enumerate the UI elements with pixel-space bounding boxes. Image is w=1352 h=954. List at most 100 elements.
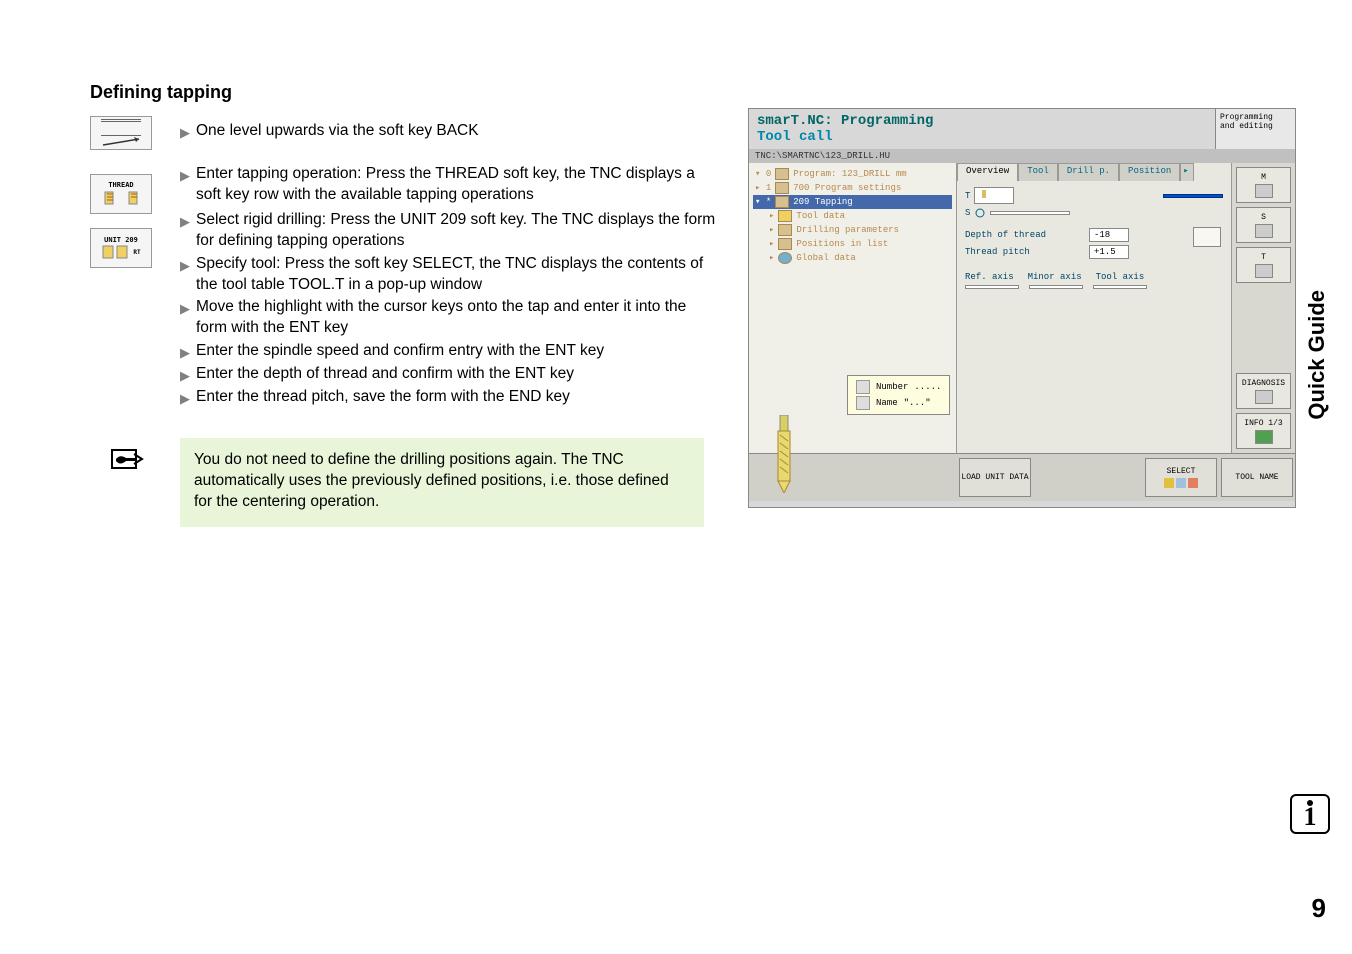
screenshot-header: smarT.NC: Programming Tool call Programm…	[749, 109, 1295, 149]
toolaxis-input[interactable]	[1093, 285, 1147, 289]
softkey-unit209-icon: UNIT 209 RT	[90, 228, 152, 268]
tree-marker: ▸	[769, 211, 774, 221]
tooltip-popup: Number ..... Name "..."	[847, 375, 950, 415]
spindle-icon	[974, 207, 986, 219]
form-row-axes: Ref. axis Minor axis Tool axis	[965, 272, 1223, 282]
form-panel: Overview Tool Drill p. Position ▸ T S	[957, 163, 1231, 453]
side-btn-label: DIAGNOSIS	[1242, 379, 1285, 388]
form-tabs[interactable]: Overview Tool Drill p. Position ▸	[957, 163, 1231, 181]
avatar-icon	[856, 396, 870, 410]
minoraxis-input[interactable]	[1029, 285, 1083, 289]
bullet-text: One level upwards via the soft key BACK	[196, 121, 479, 142]
drill-bit-icon	[773, 415, 795, 493]
tnc-screenshot: smarT.NC: Programming Tool call Programm…	[748, 108, 1296, 508]
tree-icon	[775, 168, 789, 180]
bullet-arrow-icon: ▶	[180, 124, 190, 142]
form-row-s: S	[965, 207, 1223, 219]
thread-graphic-icon	[99, 189, 143, 207]
bullet-item: ▶ Enter tapping operation: Press the THR…	[180, 164, 720, 206]
side-btn-diagnosis[interactable]: DIAGNOSIS	[1236, 373, 1291, 409]
note-callout: You do not need to define the drilling p…	[180, 438, 704, 527]
pitch-input[interactable]: +1.5	[1089, 245, 1129, 259]
bullet-item: ▶ One level upwards via the soft key BAC…	[180, 121, 720, 142]
tree-icon	[778, 224, 792, 236]
select-icon	[1188, 478, 1198, 488]
tooltip-label: Name	[876, 398, 898, 408]
tab-more[interactable]: ▸	[1180, 163, 1194, 181]
tree-marker: ▸	[769, 239, 774, 249]
load-unit-data-button[interactable]: LOAD UNIT DATA	[959, 458, 1031, 497]
tab-tool[interactable]: Tool	[1018, 163, 1058, 181]
axis-label: Tool axis	[1096, 272, 1145, 282]
tree-label: Global data	[796, 253, 855, 263]
screenshot-mode: Programming and editing	[1215, 109, 1295, 149]
bullet-item: ▶ Move the highlight with the cursor key…	[180, 297, 720, 339]
refaxis-input[interactable]	[965, 285, 1019, 289]
avatar-icon	[856, 380, 870, 394]
screenshot-bottom-bar: LOAD UNIT DATA SELECT TOOL NAME	[749, 453, 1295, 501]
info-icon	[1255, 430, 1273, 444]
side-btn-s[interactable]: S	[1236, 207, 1291, 243]
bullet-item: ▶ Enter the depth of thread and confirm …	[180, 364, 720, 385]
screenshot-title: smarT.NC: Programming Tool call	[749, 109, 1215, 149]
t-value-input[interactable]	[1163, 194, 1223, 198]
title-line2: Tool call	[757, 129, 1207, 145]
tree-row[interactable]: ▸ Positions in list	[753, 237, 952, 251]
bullet-item: ▶ Select rigid drilling: Press the UNIT …	[180, 210, 720, 252]
info-badge: 1	[1290, 794, 1330, 834]
bullet-item: ▶ Specify tool: Press the soft key SELEC…	[180, 254, 720, 296]
bullet-item: ▶ Enter the thread pitch, save the form …	[180, 387, 720, 408]
side-btn-m[interactable]: M	[1236, 167, 1291, 203]
side-btn-t[interactable]: T	[1236, 247, 1291, 283]
tree-row-selected[interactable]: ▾ * 209 Tapping	[753, 195, 952, 209]
tab-overview[interactable]: Overview	[957, 163, 1018, 181]
bullet-arrow-icon: ▶	[180, 167, 190, 206]
tree-row[interactable]: ▸ 1 700 Program settings	[753, 181, 952, 195]
bullet-text: Enter the depth of thread and confirm wi…	[196, 364, 574, 385]
select-button[interactable]: SELECT	[1145, 458, 1217, 497]
softkey-unit-label: UNIT 209	[104, 236, 138, 244]
bullet-text: Specify tool: Press the soft key SELECT,…	[196, 254, 720, 296]
t-input[interactable]	[974, 187, 1014, 204]
axis-diagram-icon[interactable]	[1193, 227, 1221, 247]
screenshot-path: TNC:\SMARTNC\123_DRILL.HU	[749, 149, 1295, 163]
depth-input[interactable]: -18	[1089, 228, 1129, 242]
bullet-arrow-icon: ▶	[180, 300, 190, 339]
tree-row[interactable]: ▸ Tool data	[753, 209, 952, 223]
tree-row[interactable]: ▸ Global data	[753, 251, 952, 265]
tree-icon	[775, 196, 789, 208]
select-label: SELECT	[1167, 467, 1196, 476]
tree-marker: ▸	[769, 225, 774, 235]
unit-graphic-icon	[101, 244, 131, 260]
tree-row[interactable]: ▾ 0 Program: 123_DRILL mm	[753, 167, 952, 181]
tooltip-label: Number	[876, 382, 908, 392]
tab-drillp[interactable]: Drill p.	[1058, 163, 1119, 181]
tree-marker: ▸	[769, 253, 774, 263]
axis-label: Minor axis	[1028, 272, 1082, 282]
tooltip-value: .....	[914, 382, 941, 392]
s-input[interactable]	[990, 211, 1070, 215]
tree-row[interactable]: ▸ Drilling parameters	[753, 223, 952, 237]
tool-name-button[interactable]: TOOL NAME	[1221, 458, 1293, 497]
tooltip-value: "..."	[904, 398, 931, 408]
field-label: T	[965, 191, 970, 201]
t-icon	[1255, 264, 1273, 278]
softkey-thread-label: THREAD	[108, 181, 133, 189]
bullet-arrow-icon: ▶	[180, 213, 190, 252]
hand-pointing-icon	[106, 444, 146, 474]
field-label: S	[965, 208, 970, 218]
tab-position[interactable]: Position	[1119, 163, 1180, 181]
side-btn-label: M	[1261, 173, 1266, 182]
bullet-arrow-icon: ▶	[180, 390, 190, 408]
arrow-icon	[101, 137, 141, 147]
bullet-text: Enter the thread pitch, save the form wi…	[196, 387, 570, 408]
diagnosis-icon	[1255, 390, 1273, 404]
bullet-text: Enter the spindle speed and confirm entr…	[196, 341, 604, 362]
bullet-arrow-icon: ▶	[180, 344, 190, 362]
bullet-arrow-icon: ▶	[180, 367, 190, 385]
bullet-text: Select rigid drilling: Press the UNIT 20…	[196, 210, 720, 252]
tree-label: Tool data	[796, 211, 845, 221]
tree-marker: ▸ 1	[755, 183, 771, 193]
side-btn-info[interactable]: INFO 1/3	[1236, 413, 1291, 449]
globe-icon	[778, 252, 792, 264]
